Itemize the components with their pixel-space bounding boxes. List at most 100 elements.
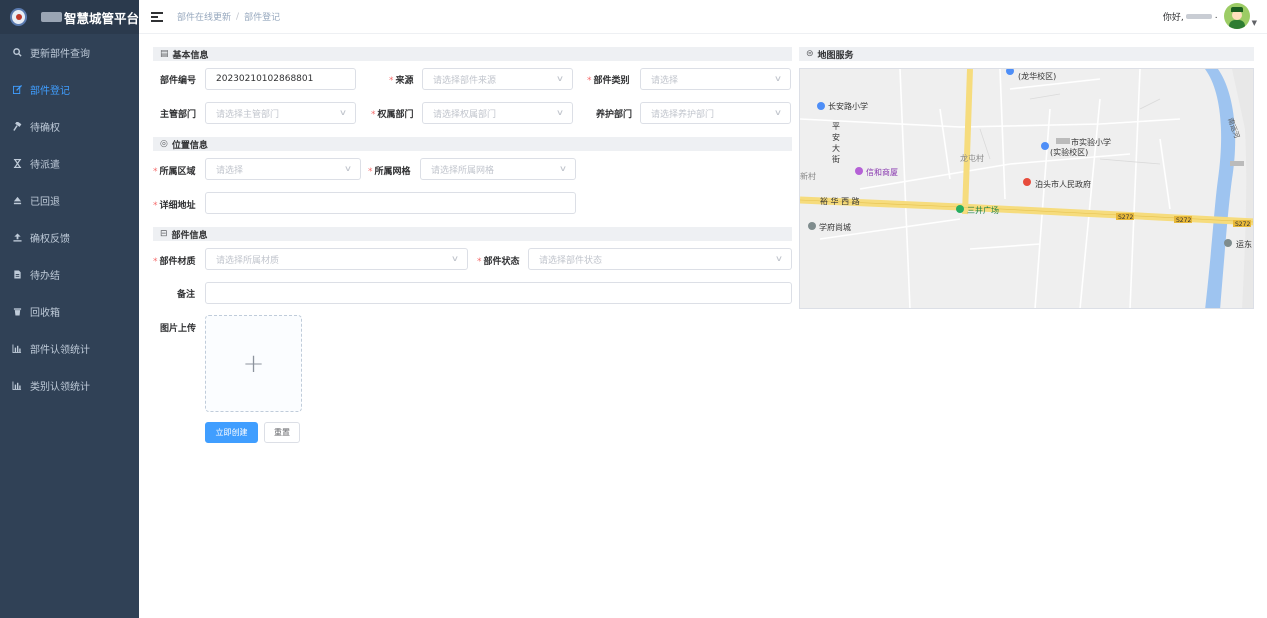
navbar: 部件在线更新 / 部件登记 你好, . ▼ [139, 0, 1267, 34]
breadcrumb-item: 部件登记 [244, 13, 281, 23]
map-poi-label: 三井广场 [967, 205, 999, 215]
edit-icon [12, 85, 22, 95]
breadcrumb: 部件在线更新 / 部件登记 [177, 10, 281, 24]
plus-icon: + [242, 348, 265, 379]
trash-icon [12, 307, 22, 317]
map-village-label: 龙屯村 [960, 153, 984, 163]
create-button[interactable]: 立即创建 [205, 422, 258, 443]
grid-select[interactable]: 请选择所属网格 ∨ [420, 158, 576, 180]
app-title: 智慧城管平台 [63, 10, 139, 26]
remark-label: 备注 [177, 290, 196, 300]
area-select[interactable]: 请选择 ∨ [205, 158, 361, 180]
grid-label: * 所属网格 [368, 167, 411, 177]
sidebar-item-label: 类别认领统计 [30, 382, 90, 393]
chevron-down-icon: ∨ [555, 108, 565, 117]
image-upload-label: 图片上传 [160, 324, 197, 334]
breadcrumb-item[interactable]: 部件在线更新 [177, 10, 231, 23]
dept-maint-label: 养护部门 [596, 110, 633, 120]
road-shield-label: S272 [1176, 217, 1191, 224]
svg-text:安: 安 [832, 132, 840, 142]
chevron-down-icon: ∨ [774, 254, 784, 263]
sidebar-item-part-claim-stats[interactable]: 部件认领统计 [0, 330, 139, 367]
dept-owner-label: * 权属部门 [371, 110, 414, 120]
caret-down-icon[interactable]: ▼ [1252, 19, 1257, 27]
location-icon: ◎ [160, 139, 168, 149]
area-label: * 所属区域 [153, 167, 196, 177]
section-title: 地图服务 [817, 50, 854, 61]
sidebar-item-confirm-feedback[interactable]: 确权反馈 [0, 219, 139, 256]
sidebar-item-label: 待确权 [30, 123, 60, 134]
sidebar-item-label: 确权反馈 [30, 234, 70, 245]
box-icon: ⊟ [160, 229, 168, 239]
map-poi-label: (龙华校区) [1018, 71, 1056, 81]
map-poi-label: 学府尚城 [819, 222, 851, 232]
map-poi-label: 泊头市人民政府 [1035, 179, 1091, 189]
hammer-icon [12, 122, 22, 132]
sidebar-item-label: 部件认领统计 [30, 345, 90, 356]
document-icon: ▤ [160, 49, 169, 59]
svg-text:街: 街 [832, 154, 840, 164]
material-select[interactable]: 请选择所属材质 ∨ [205, 248, 468, 270]
map-icon: ⊜ [806, 49, 814, 59]
chevron-down-icon: ∨ [343, 164, 353, 173]
section-basic-info: ▤ 基本信息 [153, 47, 792, 61]
chevron-down-icon: ∨ [450, 254, 460, 263]
status-label: * 部件状态 [477, 257, 520, 267]
address-input[interactable] [205, 192, 576, 214]
road-shield-label: S272 [1235, 221, 1250, 228]
part-no-input[interactable]: 20230210102868801 [205, 68, 356, 90]
section-part-info: ⊟ 部件信息 [153, 227, 792, 241]
sidebar-item-label: 更新部件查询 [30, 49, 90, 60]
sidebar-item-returned[interactable]: 已回退 [0, 182, 139, 219]
greeting-text: 你好, [1162, 12, 1184, 23]
dept-main-select[interactable]: 请选择主管部门 ∨ [205, 102, 356, 124]
map-street-label: 平 [832, 122, 840, 131]
eject-icon [12, 196, 22, 206]
map-view[interactable]: S272 S272 S272 (龙华校区) 长安路小学 平 安 大 街 龙屯村 … [799, 68, 1254, 309]
map-poi-label: 市实验小学 [1071, 137, 1111, 147]
hourglass-icon [12, 159, 22, 169]
user-menu[interactable]: 你好, . ▼ [1163, 3, 1257, 29]
address-label: * 详细地址 [153, 201, 196, 211]
chevron-down-icon: ∨ [773, 108, 783, 117]
sidebar-item-pending-close[interactable]: 待办结 [0, 256, 139, 293]
sidebar-item-register[interactable]: 部件登记 [0, 71, 139, 108]
sidebar-item-pending-confirm[interactable]: 待确权 [0, 108, 139, 145]
avatar[interactable] [1223, 3, 1250, 29]
sidebar-item-recycle[interactable]: 回收箱 [0, 293, 139, 330]
svg-text:大: 大 [832, 143, 840, 153]
dept-owner-select[interactable]: 请选择权属部门 ∨ [422, 102, 573, 124]
part-no-label: 部件编号 [160, 76, 197, 86]
logo[interactable]: 智慧城管平台 [0, 0, 139, 34]
sidebar-item-category-claim-stats[interactable]: 类别认领统计 [0, 367, 139, 404]
dept-maint-select[interactable]: 请选择养护部门 ∨ [640, 102, 791, 124]
remark-input[interactable] [205, 282, 792, 304]
map-poi-label: 长安路小学 [828, 101, 868, 111]
sidebar-item-update-query[interactable]: 更新部件查询 [0, 34, 139, 71]
section-title: 基本信息 [172, 50, 209, 61]
sidebar-item-label: 已回退 [30, 197, 60, 208]
map-poi-label: (实验校区) [1050, 147, 1088, 157]
section-map-service: ⊜ 地图服务 [799, 47, 1254, 61]
material-label: * 部件材质 [153, 257, 196, 267]
sidebar-item-pending-dispatch[interactable]: 待派遣 [0, 145, 139, 182]
map-road-label: 裕 华 西 路 [820, 196, 860, 206]
map-poi-label: 信和商厦 [866, 167, 898, 177]
hamburger-icon[interactable] [151, 11, 163, 22]
sidebar-item-label: 待办结 [30, 271, 60, 282]
sidebar-item-label: 部件登记 [30, 86, 70, 97]
emblem-icon [10, 8, 28, 26]
search-icon [12, 48, 22, 58]
chevron-down-icon: ∨ [555, 74, 565, 83]
section-title: 部件信息 [171, 230, 208, 241]
category-label: * 部件类别 [587, 76, 630, 86]
bar-chart-icon [12, 344, 22, 354]
image-upload-box[interactable]: + [205, 315, 302, 412]
category-select[interactable]: 请选择 ∨ [640, 68, 791, 90]
chevron-down-icon: ∨ [338, 108, 348, 117]
status-select[interactable]: 请选择部件状态 ∨ [528, 248, 792, 270]
document-icon [12, 270, 22, 280]
reset-button[interactable]: 重置 [264, 422, 300, 443]
sidebar-item-label: 待派遣 [30, 160, 60, 171]
source-select[interactable]: 请选择部件来源 ∨ [422, 68, 573, 90]
